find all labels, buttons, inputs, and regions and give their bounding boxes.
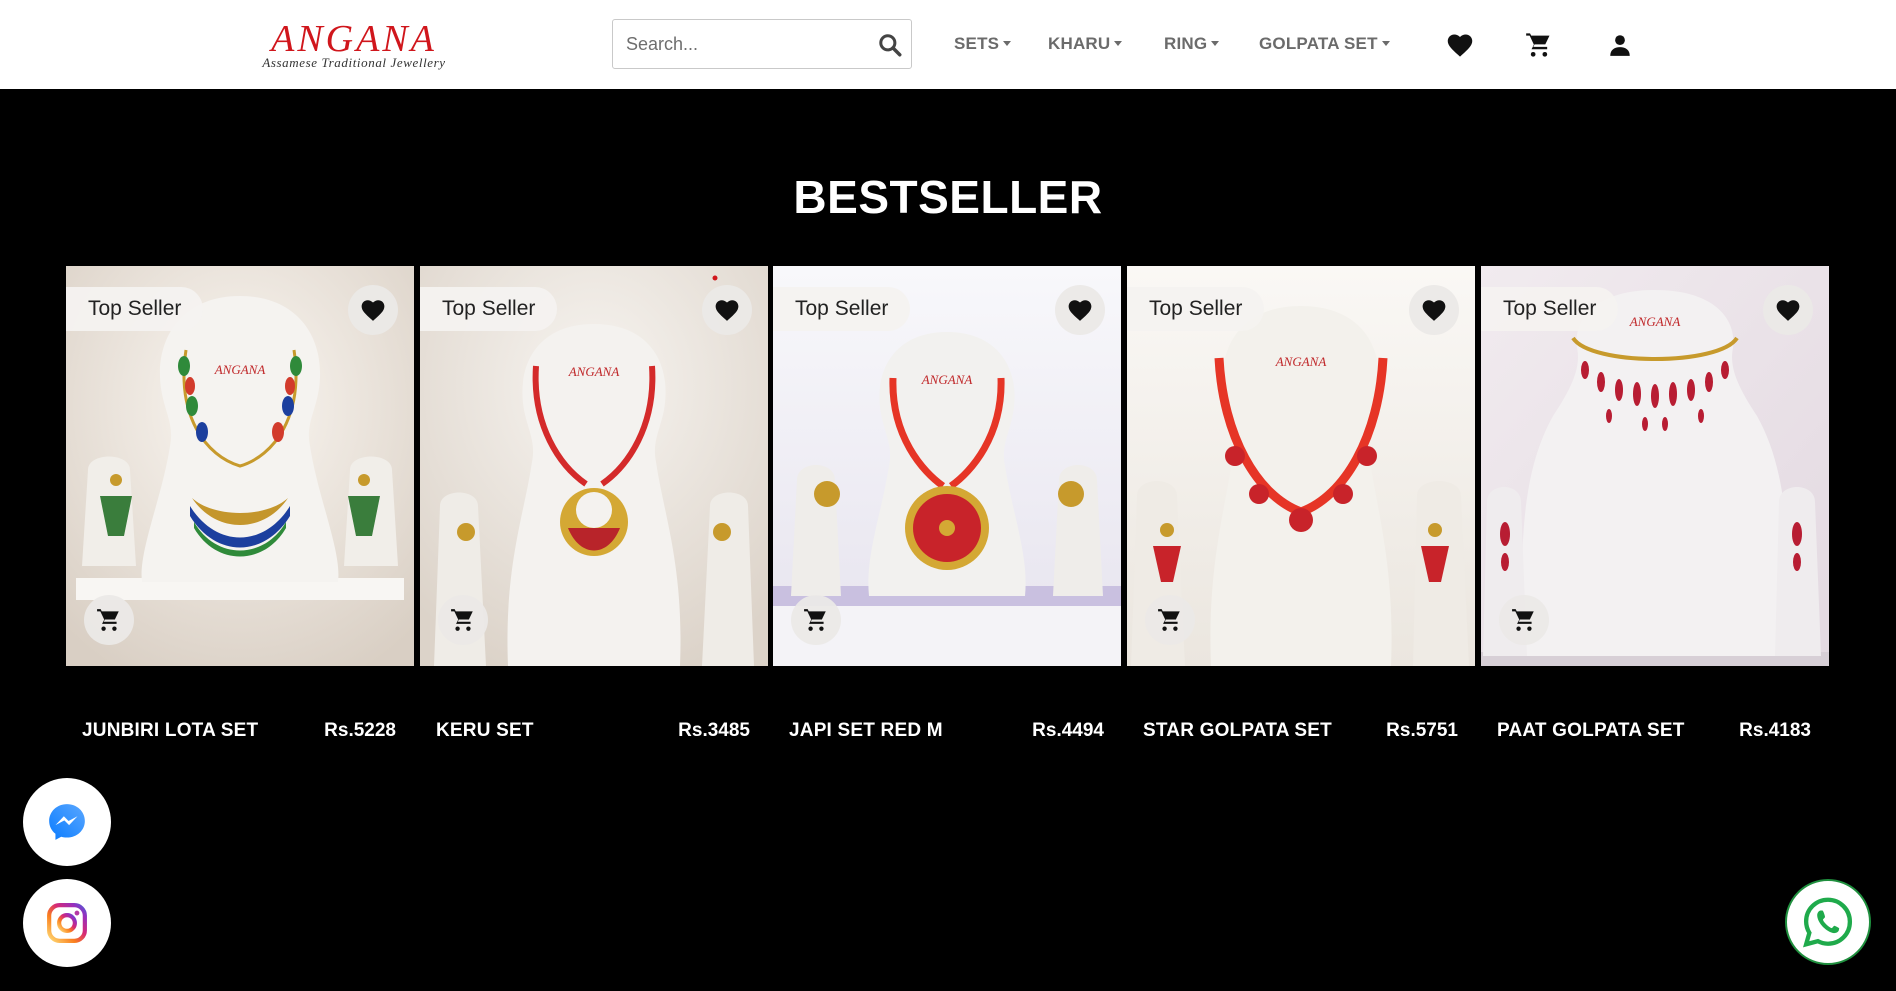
nav-kharu[interactable]: KHARU — [1048, 31, 1123, 57]
heart-icon — [715, 300, 739, 321]
user-icon — [1610, 35, 1630, 56]
site-header: ANGANA Assamese Traditional Jewellery SE… — [0, 0, 1896, 89]
wishlist-button[interactable] — [1055, 285, 1105, 335]
nav-sets[interactable]: SETS — [954, 31, 1012, 57]
svg-text:ANGANA: ANGANA — [568, 364, 620, 379]
heart-icon — [1422, 300, 1446, 321]
heart-icon — [1447, 34, 1473, 57]
add-to-cart-button[interactable] — [438, 595, 488, 645]
search-box — [612, 19, 912, 69]
nav-sets-label: SETS — [954, 34, 1000, 53]
cart-button[interactable] — [1523, 29, 1555, 61]
cart-icon — [1158, 609, 1180, 631]
nav-ring-label: RING — [1164, 34, 1208, 53]
account-button[interactable] — [1604, 29, 1636, 61]
wishlist-button[interactable] — [1444, 29, 1476, 61]
product-card[interactable]: ANGANA Top Seller — [66, 266, 414, 666]
add-to-cart-button[interactable] — [84, 595, 134, 645]
nav-golpata-set-label: GOLPATA SET — [1259, 34, 1378, 53]
messenger-button[interactable] — [23, 778, 111, 866]
chevron-down-icon — [1381, 40, 1390, 46]
section-title: BESTSELLER — [793, 171, 1103, 223]
heart-icon — [361, 300, 385, 321]
top-seller-badge: Top Seller — [1127, 287, 1265, 331]
product-price: Rs.4494 — [1032, 720, 1104, 741]
heart-icon — [1776, 300, 1800, 321]
cart-icon — [1512, 609, 1534, 631]
instagram-icon — [47, 903, 87, 943]
product-name[interactable]: PAAT GOLPATA SET — [1497, 720, 1685, 742]
product-name[interactable]: JUNBIRI LOTA SET — [82, 720, 258, 742]
search-button[interactable] — [873, 28, 907, 62]
search-icon — [879, 34, 902, 57]
product-price: Rs.3485 — [678, 720, 750, 741]
brand-tagline: Assamese Traditional Jewellery — [262, 55, 446, 70]
add-to-cart-button[interactable] — [1145, 595, 1195, 645]
product-card[interactable]: ANGANA Top Seller — [1481, 266, 1829, 666]
brand-name: ANGANA — [271, 18, 437, 60]
product-card[interactable]: ANGANA Top Seller — [420, 266, 768, 666]
nav-ring[interactable]: RING — [1164, 31, 1220, 57]
brand-logo[interactable]: ANGANA Assamese Traditional Jewellery — [236, 20, 472, 70]
product-card[interactable]: ANGANA Top Seller — [773, 266, 1121, 666]
product-card[interactable]: ANGANA Top Seller — [1127, 266, 1475, 666]
nav-kharu-label: KHARU — [1048, 34, 1111, 53]
top-seller-badge: Top Seller — [1481, 287, 1619, 331]
svg-text:ANGANA: ANGANA — [921, 372, 973, 387]
wishlist-button[interactable] — [702, 285, 752, 335]
svg-text:ANGANA: ANGANA — [214, 362, 266, 377]
chevron-down-icon — [1114, 40, 1123, 46]
cart-icon — [1526, 33, 1550, 57]
messenger-icon — [49, 804, 85, 840]
wishlist-button[interactable] — [348, 285, 398, 335]
product-name[interactable]: STAR GOLPATA SET — [1143, 720, 1332, 742]
heart-icon — [1068, 300, 1092, 321]
instagram-button[interactable] — [23, 879, 111, 967]
svg-text:ANGANA: ANGANA — [1629, 314, 1681, 329]
top-seller-badge: Top Seller — [66, 287, 204, 331]
top-seller-badge: Top Seller — [420, 287, 558, 331]
chevron-down-icon — [1003, 40, 1012, 46]
product-name[interactable]: JAPI SET RED M — [789, 720, 943, 742]
product-price: Rs.5228 — [324, 720, 396, 741]
add-to-cart-button[interactable] — [1499, 595, 1549, 645]
top-seller-badge: Top Seller — [773, 287, 911, 331]
wishlist-button[interactable] — [1763, 285, 1813, 335]
whatsapp-button[interactable] — [1785, 879, 1871, 965]
product-name[interactable]: KERU SET — [436, 720, 534, 742]
cart-icon — [804, 609, 826, 631]
product-price: Rs.4183 — [1739, 720, 1811, 741]
cart-icon — [451, 609, 473, 631]
search-input[interactable] — [613, 20, 863, 68]
nav-golpata-set[interactable]: GOLPATA SET — [1259, 31, 1390, 57]
svg-text:ANGANA: ANGANA — [1275, 354, 1327, 369]
chevron-down-icon — [1211, 40, 1220, 46]
wishlist-button[interactable] — [1409, 285, 1459, 335]
cart-icon — [97, 609, 119, 631]
add-to-cart-button[interactable] — [791, 595, 841, 645]
product-price: Rs.5751 — [1386, 720, 1458, 741]
whatsapp-icon — [1803, 897, 1853, 948]
